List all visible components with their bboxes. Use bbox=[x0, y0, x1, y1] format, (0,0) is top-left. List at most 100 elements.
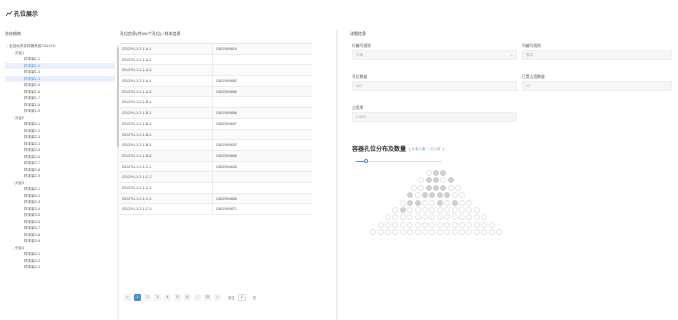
hole-empty[interactable] bbox=[421, 229, 428, 236]
table-scrollbar[interactable] bbox=[336, 30, 338, 320]
goto-page-input[interactable]: 1 bbox=[237, 293, 246, 301]
table-row[interactable]: 0312YU-1-2-1-C-1 G602094836 bbox=[120, 161, 312, 173]
hole-empty[interactable] bbox=[473, 221, 480, 228]
hole-empty[interactable] bbox=[399, 221, 406, 228]
table-row[interactable]: 0312YU-1-2-1-A-4 G602094882 bbox=[120, 76, 312, 87]
hole-empty[interactable] bbox=[410, 184, 417, 191]
table-row[interactable]: 0312YU-1-2-1-B-2 G602094886 bbox=[120, 108, 312, 119]
hole-empty[interactable] bbox=[436, 207, 443, 213]
hole-empty[interactable] bbox=[451, 214, 458, 221]
hole-empty[interactable] bbox=[473, 229, 480, 236]
hole-empty[interactable] bbox=[444, 214, 451, 221]
table-row[interactable]: 0312YU-1-2-1-B-1 bbox=[120, 97, 312, 109]
hole-empty[interactable] bbox=[451, 192, 458, 199]
hole-empty[interactable] bbox=[414, 221, 421, 228]
hole-empty[interactable] bbox=[414, 214, 421, 221]
hole-empty[interactable] bbox=[429, 214, 436, 221]
table-row[interactable]: 0312YU-1-2-1-C-2 bbox=[120, 172, 312, 183]
col-rule-input[interactable]: 数字 bbox=[522, 50, 672, 60]
hole-occupied[interactable] bbox=[414, 199, 421, 206]
hole-empty[interactable] bbox=[421, 214, 428, 221]
legend-stored[interactable]: ○ 已入库 bbox=[427, 146, 440, 151]
hole-empty[interactable] bbox=[451, 207, 458, 213]
hole-empty[interactable] bbox=[407, 207, 414, 213]
prev-page-button[interactable]: < bbox=[124, 293, 131, 301]
hole-empty[interactable] bbox=[444, 199, 451, 206]
slider-track[interactable] bbox=[356, 160, 442, 162]
zoom-slider[interactable] bbox=[356, 159, 442, 163]
hole-occupied[interactable] bbox=[444, 192, 451, 199]
used-count-input[interactable]: 23 bbox=[522, 81, 672, 91]
hole-empty[interactable] bbox=[495, 229, 502, 236]
table-row[interactable]: 0312YU-1-2-1-B-6 G602094868 bbox=[120, 150, 312, 162]
hole-empty[interactable] bbox=[481, 214, 488, 221]
hole-occupied[interactable] bbox=[407, 192, 414, 199]
hole-occupied[interactable] bbox=[421, 192, 428, 199]
row-rule-select[interactable]: 字母 ⌄ bbox=[352, 50, 517, 60]
table-row[interactable]: 0312YU-1-2-1-B-4 bbox=[120, 129, 312, 141]
hole-occupied[interactable] bbox=[436, 199, 443, 206]
hole-empty[interactable] bbox=[414, 192, 421, 199]
hole-empty[interactable] bbox=[466, 199, 473, 206]
hole-empty[interactable] bbox=[436, 229, 443, 236]
page-button[interactable]: 3 bbox=[154, 293, 161, 301]
hole-occupied[interactable] bbox=[433, 170, 439, 176]
page-button[interactable]: 2 bbox=[144, 293, 151, 301]
hole-empty[interactable] bbox=[429, 221, 436, 228]
hole-occupied[interactable] bbox=[436, 192, 443, 199]
ratio-input[interactable]: 6.80% bbox=[352, 112, 517, 122]
table-row[interactable]: 0312YU-1-2-1-A-1 G602094819 bbox=[120, 44, 312, 55]
hole-empty[interactable] bbox=[440, 177, 447, 184]
hole-empty[interactable] bbox=[458, 221, 465, 228]
hole-occupied[interactable] bbox=[440, 184, 447, 191]
hole-empty[interactable] bbox=[414, 229, 421, 236]
page-button[interactable]: ... bbox=[194, 293, 201, 301]
hole-empty[interactable] bbox=[425, 170, 432, 176]
hole-empty[interactable] bbox=[481, 221, 488, 228]
hole-empty[interactable] bbox=[421, 221, 428, 228]
page-button[interactable]: 4 bbox=[164, 293, 171, 301]
hole-empty[interactable] bbox=[488, 221, 495, 228]
hole-empty[interactable] bbox=[418, 184, 425, 191]
hole-empty[interactable] bbox=[458, 207, 465, 213]
hole-occupied[interactable] bbox=[429, 192, 436, 199]
hole-empty[interactable] bbox=[421, 199, 428, 206]
hole-occupied[interactable] bbox=[399, 207, 406, 213]
hole-empty[interactable] bbox=[436, 221, 443, 228]
hole-empty[interactable] bbox=[429, 199, 436, 206]
page-button[interactable]: 23 bbox=[204, 293, 211, 301]
hole-empty[interactable] bbox=[466, 214, 473, 221]
hole-occupied[interactable] bbox=[451, 199, 458, 206]
hole-occupied[interactable] bbox=[407, 199, 414, 206]
hole-empty[interactable] bbox=[377, 229, 384, 236]
table-row[interactable]: 0312YU-1-2-1-C-4 G602094886 bbox=[120, 193, 312, 205]
hole-empty[interactable] bbox=[384, 221, 391, 228]
table-row[interactable]: 0312YU-1-2-1-C-5 G602094871 bbox=[120, 204, 312, 215]
hole-occupied[interactable] bbox=[433, 177, 439, 184]
hole-empty[interactable] bbox=[444, 221, 451, 228]
hole-empty[interactable] bbox=[488, 229, 495, 236]
hole-empty[interactable] bbox=[466, 207, 473, 213]
legend-not-stored[interactable]: ● 未入库 bbox=[412, 146, 425, 151]
hole-empty[interactable] bbox=[418, 177, 425, 184]
hole-empty[interactable] bbox=[399, 199, 406, 206]
hole-empty[interactable] bbox=[458, 214, 465, 221]
hole-empty[interactable] bbox=[421, 207, 428, 213]
hole-empty[interactable] bbox=[455, 184, 462, 191]
next-page-button[interactable]: > bbox=[214, 293, 221, 301]
table-row[interactable]: 0312YU-1-2-1-A-3 bbox=[120, 65, 312, 77]
tree-rack-node[interactable]: 样本架4-3 bbox=[5, 264, 115, 271]
hole-empty[interactable] bbox=[444, 207, 451, 213]
hole-occupied[interactable] bbox=[433, 184, 439, 191]
page-button[interactable]: 5 bbox=[174, 293, 181, 301]
tree-scrollbar[interactable] bbox=[117, 45, 119, 320]
table-row[interactable]: 0312YU-1-2-1-A-2 bbox=[120, 54, 312, 66]
hole-empty[interactable] bbox=[407, 214, 414, 221]
hole-empty[interactable] bbox=[466, 221, 473, 228]
hole-empty[interactable] bbox=[429, 229, 436, 236]
hole-empty[interactable] bbox=[407, 229, 414, 236]
table-row[interactable]: 0312YU-1-2-1-C-3 bbox=[120, 182, 312, 194]
table-row[interactable]: 0312YU-1-2-1-B-5 G602094832 bbox=[120, 140, 312, 151]
hole-empty[interactable] bbox=[377, 221, 384, 228]
hole-empty[interactable] bbox=[473, 207, 480, 213]
